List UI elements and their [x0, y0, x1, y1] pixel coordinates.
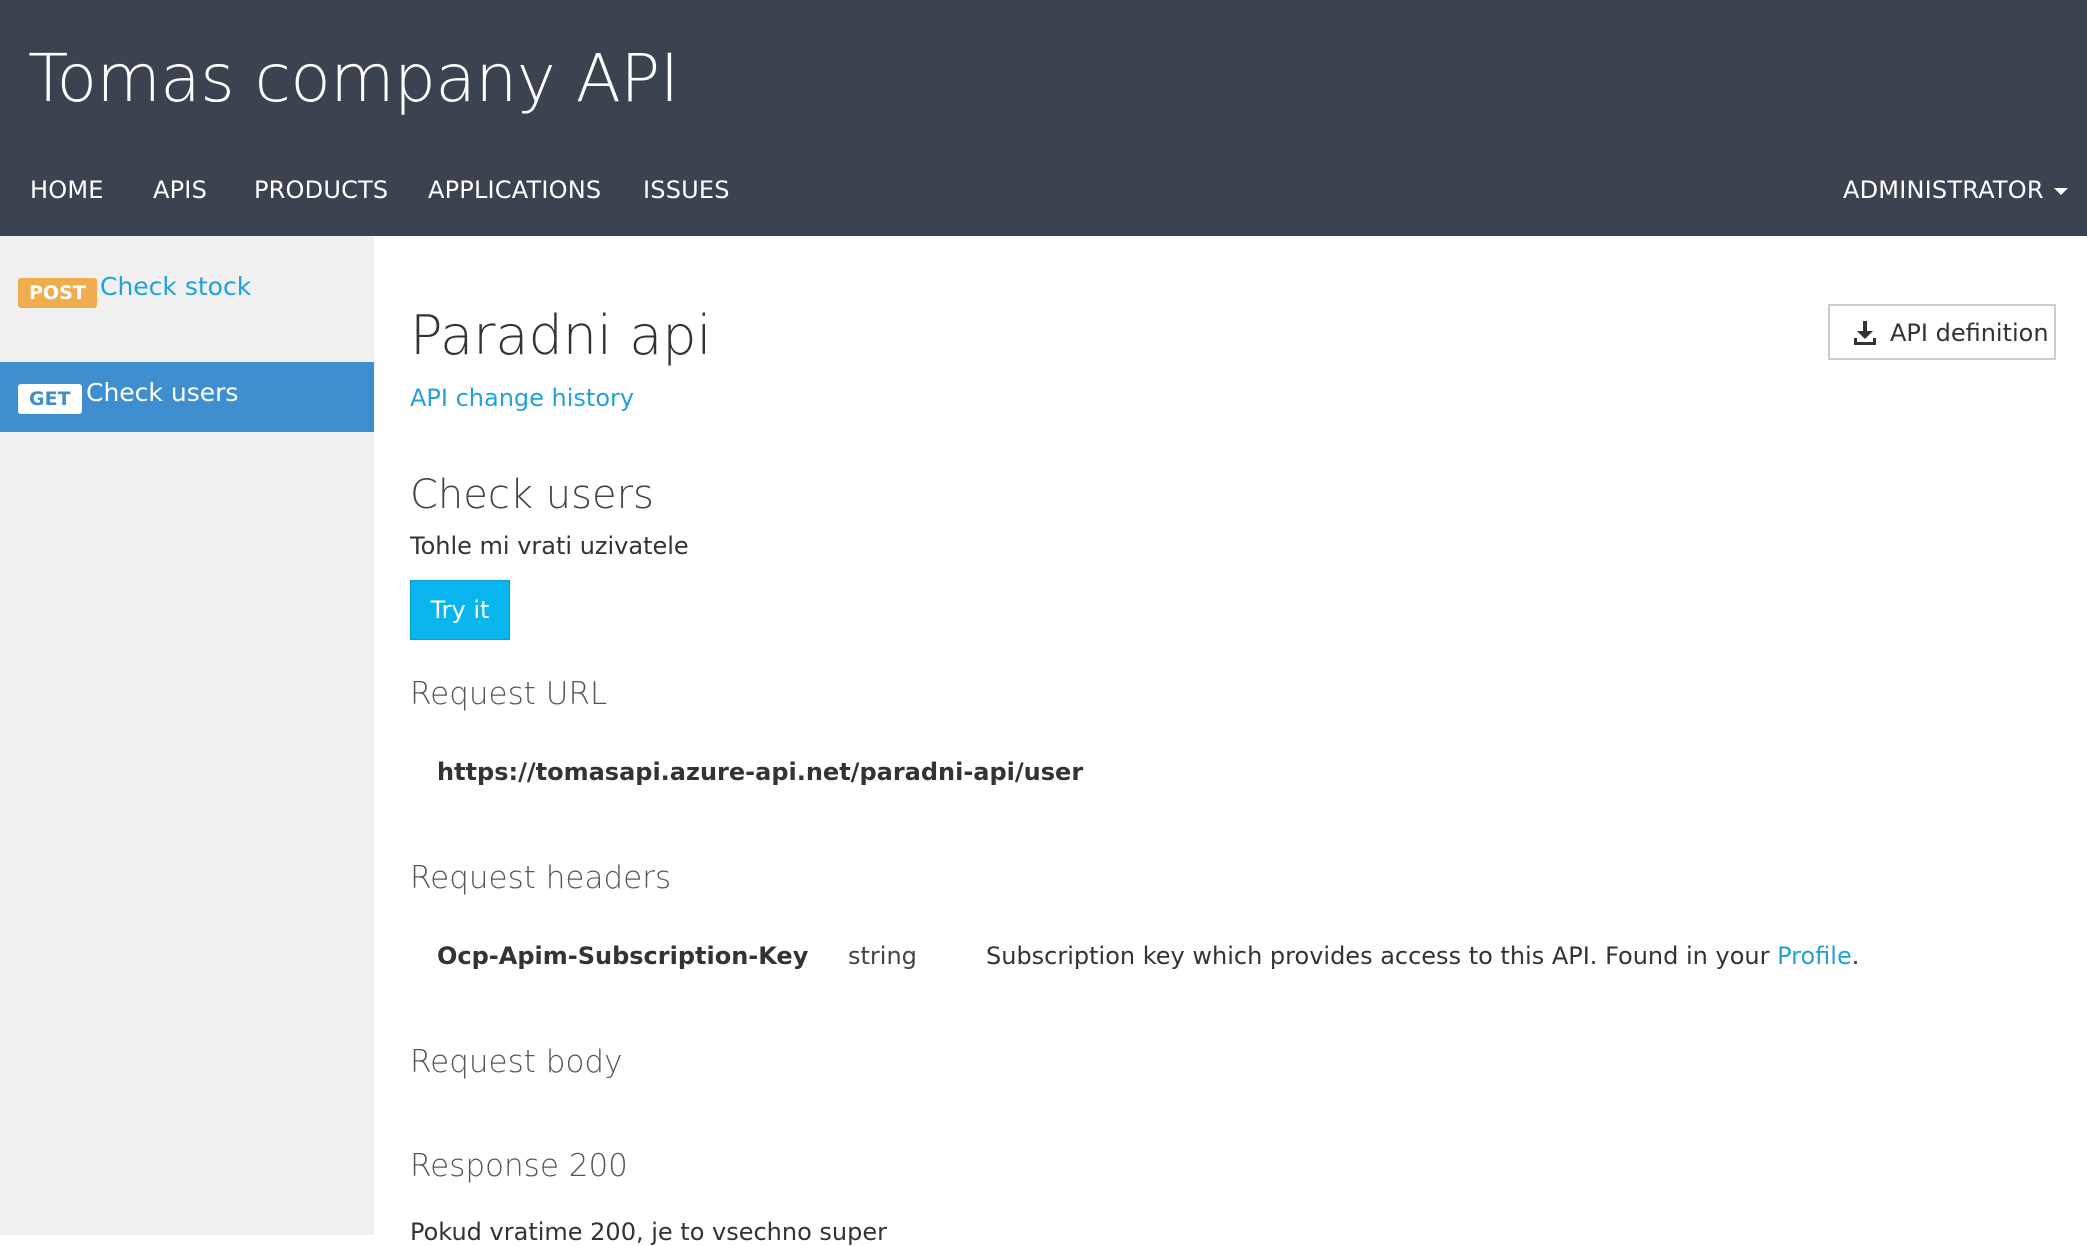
nav-products[interactable]: PRODUCTS [254, 176, 388, 204]
main-nav: HOME APIS PRODUCTS APPLICATIONS ISSUES A… [0, 168, 2087, 216]
api-definition-label: API definition [1890, 319, 2049, 347]
site-title[interactable]: Tomas company API [28, 40, 679, 117]
try-it-button[interactable]: Try it [410, 580, 510, 640]
request-body-title: Request body [410, 1044, 623, 1080]
request-url: https://tomasapi.azure-api.net/paradni-a… [437, 758, 1084, 786]
response-200-description: Pokud vratime 200, je to vsechno super [410, 1218, 887, 1246]
request-url-title: Request URL [410, 676, 608, 712]
nav-issues[interactable]: ISSUES [643, 176, 730, 204]
operation-title: Check users [410, 472, 654, 518]
download-icon [1854, 321, 1876, 345]
operation-description: Tohle mi vrati uzivatele [410, 532, 689, 560]
header-param-description-text: Subscription key which provides access t… [986, 942, 1770, 970]
operations-sidebar: POST Check stock GET Check users [0, 236, 374, 1235]
api-change-history-link[interactable]: API change history [410, 384, 634, 412]
nav-applications[interactable]: APPLICATIONS [428, 176, 601, 204]
sidebar-item-label: Check users [86, 378, 239, 407]
user-menu[interactable]: ADMINISTRATOR [1843, 176, 2068, 204]
user-menu-label: ADMINISTRATOR [1843, 176, 2044, 204]
nav-home[interactable]: HOME [30, 176, 104, 204]
header-param-description: Subscription key which provides access t… [986, 942, 1859, 970]
response-200-title: Response 200 [410, 1148, 628, 1184]
api-title: Paradni api [410, 304, 712, 367]
nav-apis[interactable]: APIS [153, 176, 207, 204]
header-param-description-suffix: . [1851, 942, 1860, 970]
main-content: Paradni api API change history API defin… [374, 236, 2087, 1246]
profile-link[interactable]: Profile [1777, 942, 1852, 970]
sidebar-item-label: Check stock [100, 272, 252, 301]
request-headers-title: Request headers [410, 860, 672, 896]
sidebar-item-check-stock[interactable]: POST Check stock [0, 256, 374, 326]
sidebar-item-check-users[interactable]: GET Check users [0, 362, 374, 432]
header-param-name: Ocp-Apim-Subscription-Key [437, 942, 809, 970]
api-definition-button[interactable]: API definition [1828, 304, 2056, 360]
method-badge-post: POST [18, 278, 97, 308]
caret-down-icon [2053, 187, 2068, 195]
method-badge-get: GET [18, 384, 82, 414]
site-header: Tomas company API HOME APIS PRODUCTS APP… [0, 0, 2087, 236]
header-param-type: string [848, 942, 917, 970]
